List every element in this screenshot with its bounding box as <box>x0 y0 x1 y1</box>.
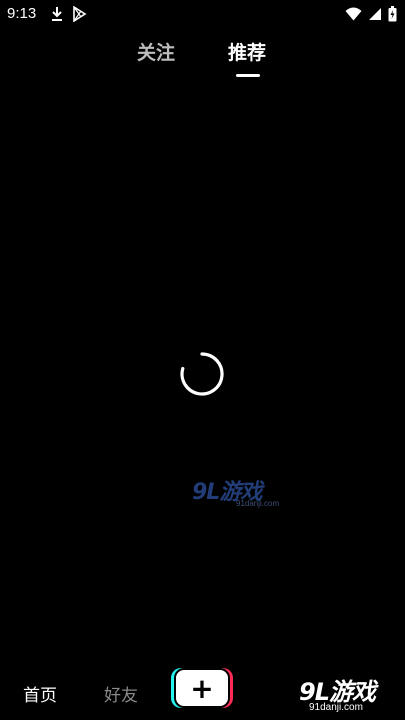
publish-button[interactable]: + <box>171 668 233 708</box>
loading-spinner-icon <box>179 351 225 397</box>
plus-icon: + <box>190 671 214 705</box>
tab-recommend[interactable]: 推荐 <box>228 38 266 65</box>
watermark-corner: 9L游戏 91danji.com <box>299 672 405 720</box>
nav-friends[interactable]: 好友 <box>104 681 138 706</box>
wifi-icon <box>345 7 362 21</box>
play-store-icon <box>72 6 87 22</box>
status-time: 9:13 <box>7 5 37 22</box>
status-right-icons <box>345 6 397 22</box>
watermark-center-url: 91danji.com <box>236 499 280 508</box>
top-tabs: 关注 推荐 <box>0 38 405 83</box>
status-left-icons <box>50 6 87 22</box>
watermark-corner-url: 91danji.com <box>309 702 363 713</box>
download-icon <box>50 6 64 22</box>
tab-follow[interactable]: 关注 <box>137 38 175 65</box>
battery-icon <box>388 6 397 22</box>
watermark-center: 9L游戏 91danji.com <box>192 474 288 514</box>
status-bar: 9:13 <box>0 0 405 28</box>
nav-home[interactable]: 首页 <box>23 681 57 706</box>
active-tab-indicator <box>236 74 260 77</box>
signal-icon <box>368 7 382 21</box>
